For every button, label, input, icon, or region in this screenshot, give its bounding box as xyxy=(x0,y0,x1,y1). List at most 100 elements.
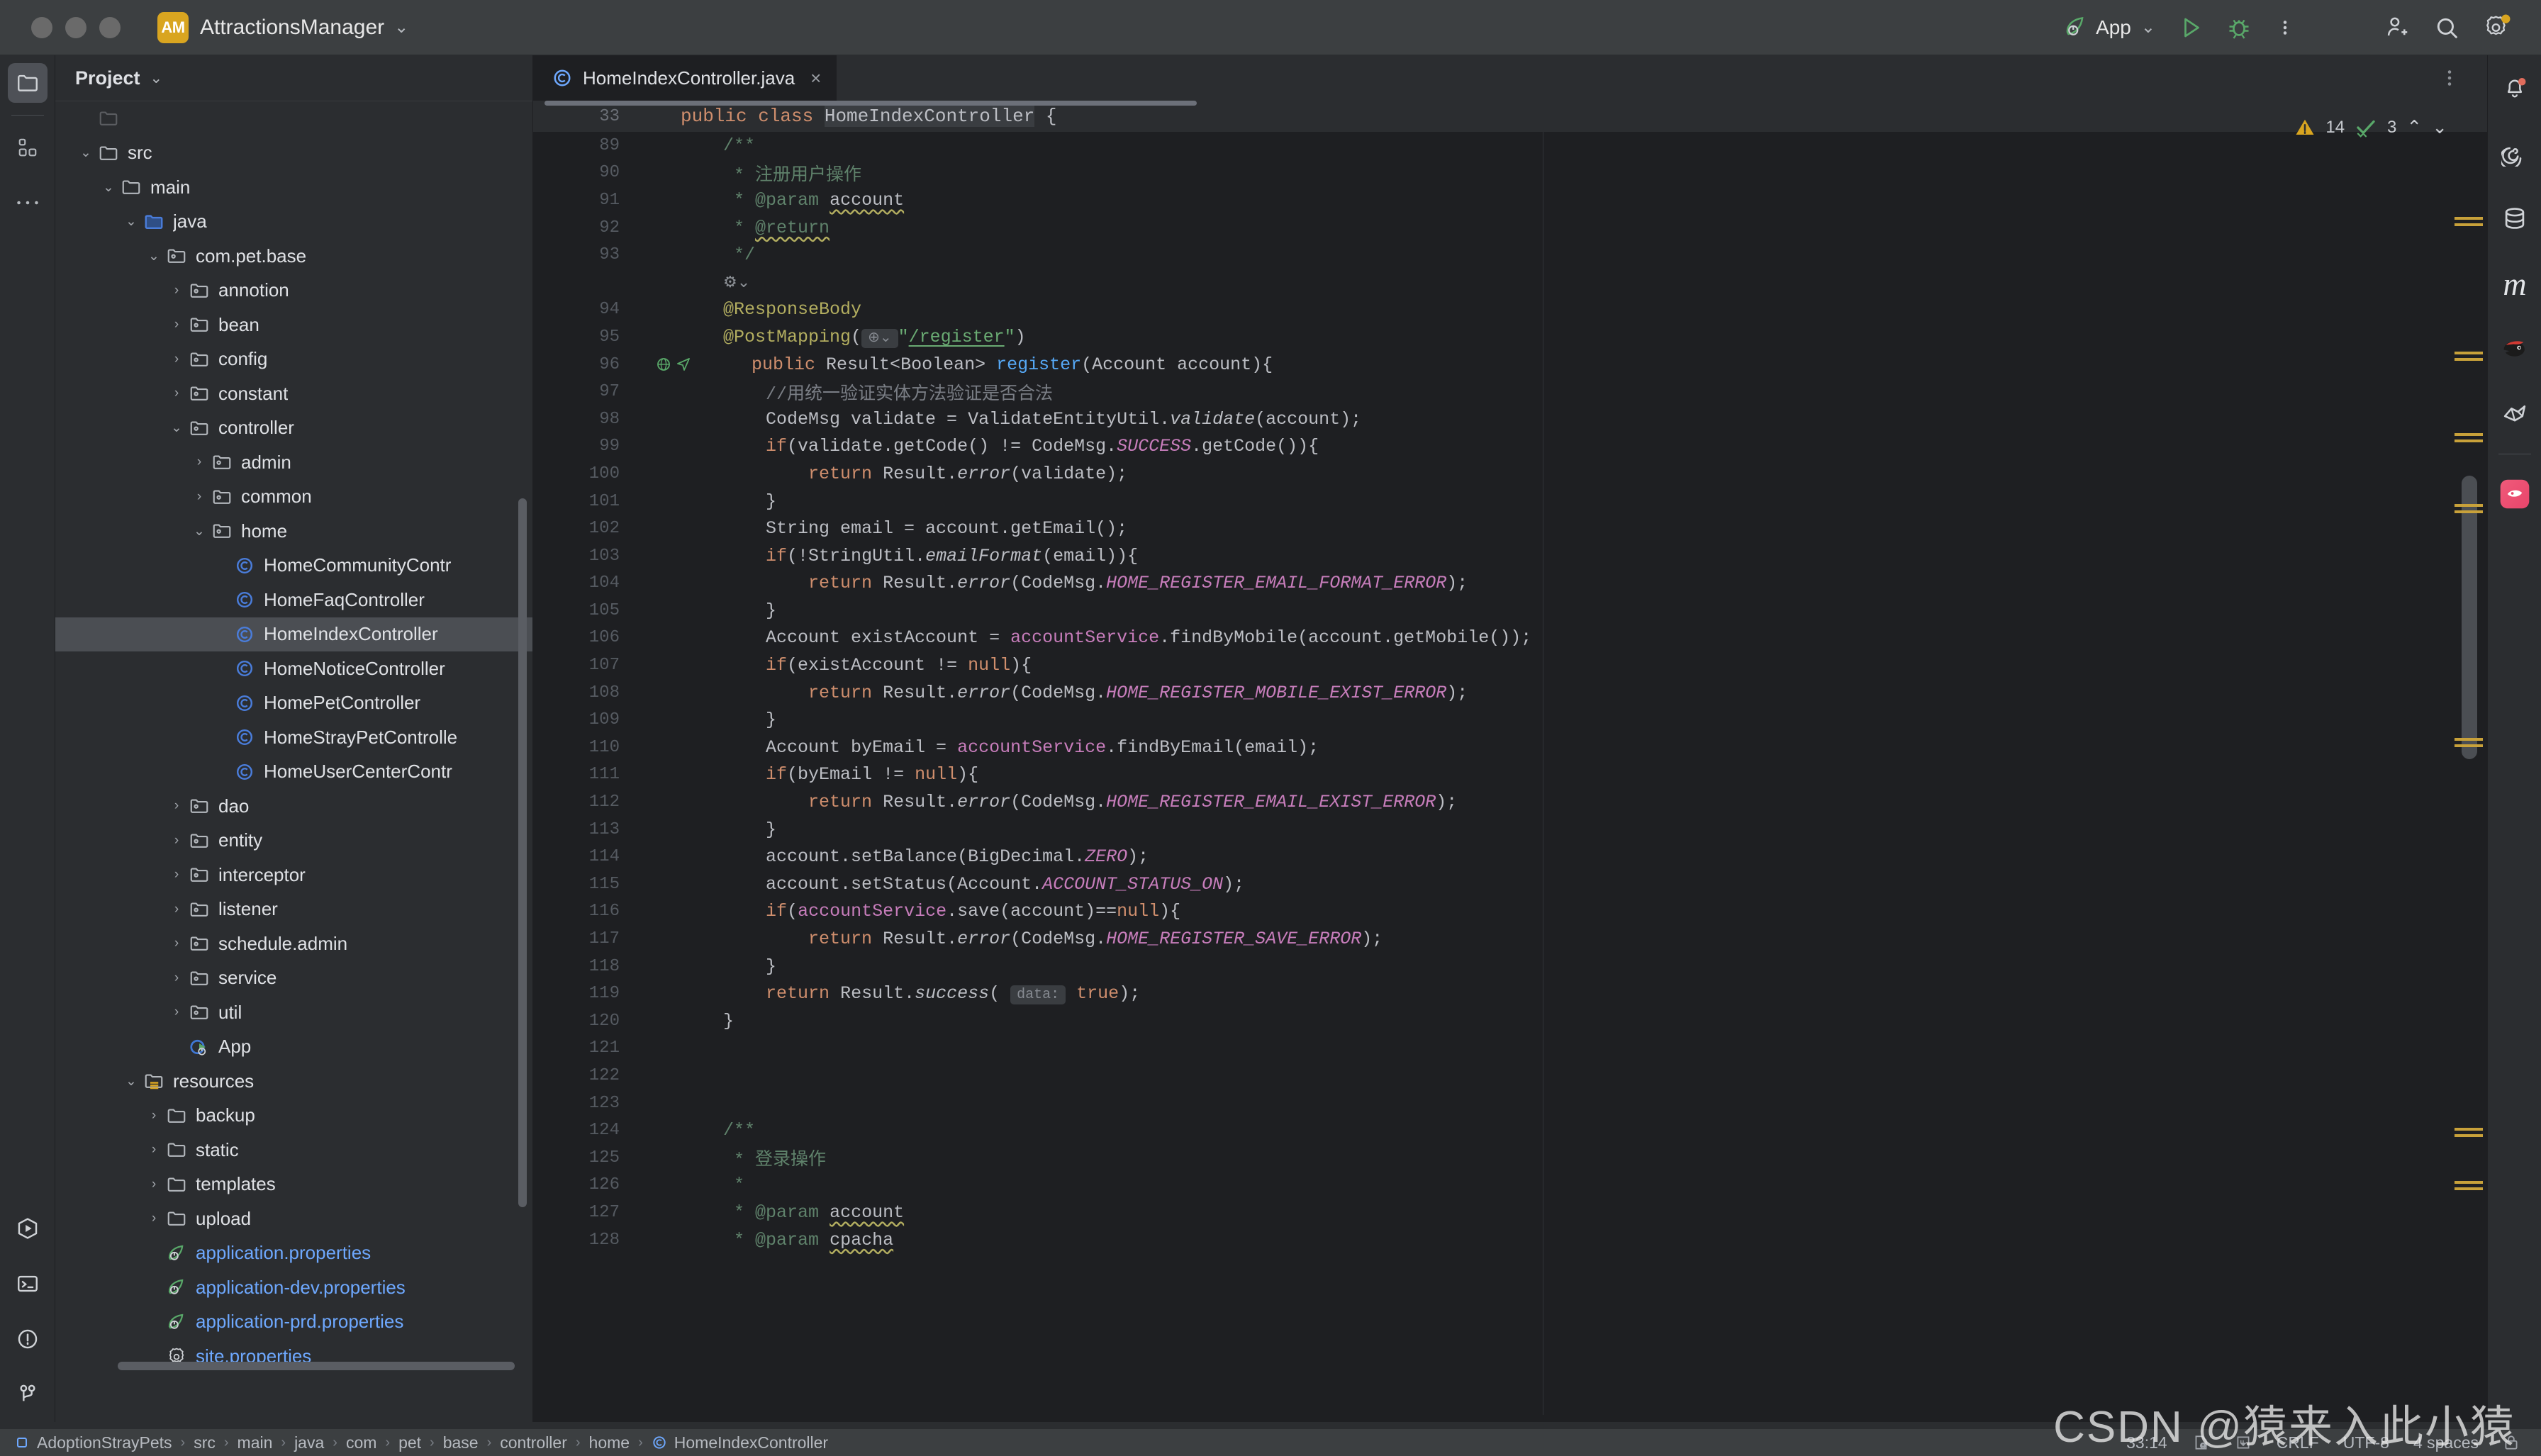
tree-node[interactable]: ⌄ controller xyxy=(55,411,532,446)
sidebar-item-structure[interactable] xyxy=(0,120,55,175)
code-editor[interactable]: 89 /** 90 * 注册用户操作 91 * @param account 92 *… xyxy=(533,132,2487,1415)
sidebar-item-gradle[interactable] xyxy=(2488,381,2541,447)
maximize-window-button[interactable] xyxy=(99,16,121,38)
chevron-down-icon[interactable]: ⌄ xyxy=(166,420,187,436)
tree-node[interactable]: ⌄ com.pet.base xyxy=(55,239,532,274)
chevron-down-icon[interactable]: ⌄ xyxy=(150,69,163,87)
save-indicator-icon[interactable] xyxy=(2234,1433,2252,1452)
code-line[interactable]: 99 if(validate.getCode() != CodeMsg.SUCC… xyxy=(533,433,2487,461)
tree-node[interactable]: HomeFaqController xyxy=(55,583,532,617)
sidebar-item-maven[interactable]: m xyxy=(2488,251,2541,316)
chevron-down-icon[interactable]: ⌄ xyxy=(143,248,164,264)
code-line[interactable]: 123 xyxy=(533,1090,2487,1117)
tree-node[interactable]: application.properties xyxy=(55,1236,532,1271)
web-endpoint-icon[interactable] xyxy=(638,356,709,373)
breadcrumb-item[interactable]: controller xyxy=(500,1433,567,1452)
breadcrumb-item[interactable]: home xyxy=(589,1433,630,1452)
code-line[interactable]: 102 String email = account.getEmail(); xyxy=(533,515,2487,542)
code-line[interactable]: 97 //用统一验证实体方法验证是否合法 xyxy=(533,378,2487,405)
tree-node[interactable]: › templates xyxy=(55,1167,532,1202)
editor-horizontal-scrollbar[interactable] xyxy=(544,101,1197,106)
breadcrumb-item[interactable]: HomeIndexController xyxy=(674,1433,828,1452)
chevron-right-icon[interactable]: › xyxy=(166,867,187,883)
settings-button[interactable] xyxy=(2472,0,2523,55)
tree-node[interactable]: › common xyxy=(55,480,532,515)
sidebar-item-services[interactable] xyxy=(0,1201,55,1256)
chevron-down-icon[interactable]: ⌄ xyxy=(394,17,408,38)
tree-node[interactable]: › service xyxy=(55,961,532,996)
marker-stripe[interactable] xyxy=(2455,358,2483,361)
chevron-right-icon[interactable]: › xyxy=(166,317,187,332)
marker-stripe[interactable] xyxy=(2455,439,2483,442)
chevron-right-icon[interactable]: › xyxy=(166,386,187,401)
chevron-right-icon[interactable]: › xyxy=(143,1108,164,1124)
tree-node[interactable] xyxy=(55,101,532,136)
tab-home-index-controller[interactable]: HomeIndexController.java × xyxy=(533,55,837,101)
prev-problem-icon[interactable]: ⌃ xyxy=(2406,116,2422,138)
tree-node[interactable]: HomeNoticeController xyxy=(55,651,532,686)
marker-stripe[interactable] xyxy=(2455,510,2483,513)
code-line[interactable]: 94 @ResponseBody xyxy=(533,296,2487,324)
sidebar-item-more[interactable] xyxy=(0,175,55,230)
code-line[interactable]: 126 * xyxy=(533,1172,2487,1199)
breadcrumb-item[interactable]: base xyxy=(443,1433,479,1452)
tree-node[interactable]: › schedule.admin xyxy=(55,926,532,961)
code-line[interactable]: 93 */ xyxy=(533,241,2487,269)
code-line[interactable]: 104 return Result.error(CodeMsg.HOME_REG… xyxy=(533,570,2487,598)
tree-node[interactable]: › upload xyxy=(55,1202,532,1236)
chevron-right-icon[interactable]: › xyxy=(166,798,187,814)
search-everywhere-button[interactable] xyxy=(2422,0,2472,55)
chevron-down-icon[interactable]: ⌄ xyxy=(98,179,119,196)
code-line[interactable]: 122 xyxy=(533,1062,2487,1090)
sidebar-item-problems[interactable] xyxy=(0,1311,55,1367)
code-line[interactable]: 92 * @return xyxy=(533,214,2487,242)
sidebar-item-project[interactable] xyxy=(0,55,55,111)
code-line[interactable]: 118 } xyxy=(533,953,2487,980)
tree-node[interactable]: ⌄ resources xyxy=(55,1064,532,1099)
chevron-right-icon[interactable]: › xyxy=(166,833,187,849)
code-line[interactable]: 98 CodeMsg validate = ValidateEntityUtil… xyxy=(533,405,2487,433)
tree-node[interactable]: ⌄ java xyxy=(55,205,532,240)
marker-stripe[interactable] xyxy=(2455,1181,2483,1184)
marker-stripe[interactable] xyxy=(2455,352,2483,354)
code-line[interactable]: 114 account.setBalance(BigDecimal.ZERO); xyxy=(533,843,2487,870)
tree-node[interactable]: › dao xyxy=(55,789,532,824)
encoding-widget[interactable]: UTF-8 xyxy=(2343,1433,2389,1452)
marker-stripe[interactable] xyxy=(2455,217,2483,220)
code-line[interactable]: 89 /** xyxy=(533,132,2487,159)
code-line[interactable]: 127 * @param account xyxy=(533,1199,2487,1226)
tree-node[interactable]: › static xyxy=(55,1133,532,1167)
code-line[interactable]: 106 Account existAccount = accountServic… xyxy=(533,625,2487,652)
code-line[interactable]: 119 return Result.success( data: true); xyxy=(533,980,2487,1007)
tree-node[interactable]: application-prd.properties xyxy=(55,1305,532,1340)
close-icon[interactable]: × xyxy=(810,67,821,89)
chevron-right-icon[interactable]: › xyxy=(166,352,187,367)
editor-marker-bar[interactable] xyxy=(2447,132,2487,1415)
code-line[interactable]: 124 /** xyxy=(533,1116,2487,1144)
inspections-widget[interactable]: 14 3 ⌃ ⌄ xyxy=(2294,116,2447,138)
sidebar-item-database[interactable] xyxy=(2488,186,2541,251)
code-line[interactable]: 121 xyxy=(533,1035,2487,1063)
tree-node[interactable]: › entity xyxy=(55,824,532,858)
more-actions-button[interactable] xyxy=(2263,0,2307,55)
sidebar-item-notifications[interactable] xyxy=(2488,55,2541,121)
project-tree[interactable]: ⌄ src ⌄ main ⌄ java ⌄ com.pet.base › annotion › bea… xyxy=(55,101,532,1377)
marker-stripe[interactable] xyxy=(2455,223,2483,226)
add-user-button[interactable] xyxy=(2372,0,2422,55)
code-line[interactable]: 111 if(byEmail != null){ xyxy=(533,761,2487,789)
tree-node[interactable]: HomePetController xyxy=(55,686,532,721)
marker-stripe[interactable] xyxy=(2455,1134,2483,1137)
tree-node[interactable]: › bean xyxy=(55,308,532,342)
sidebar-item-ai-assistant[interactable] xyxy=(2488,121,2541,186)
code-line[interactable]: 112 return Result.error(CodeMsg.HOME_REG… xyxy=(533,788,2487,816)
code-line[interactable]: 117 return Result.error(CodeMsg.HOME_REG… xyxy=(533,925,2487,953)
code-line[interactable]: 107 if(existAccount != null){ xyxy=(533,651,2487,679)
marker-stripe[interactable] xyxy=(2455,1187,2483,1190)
marker-stripe[interactable] xyxy=(2455,433,2483,436)
code-line[interactable]: 110 Account byEmail = accountService.fin… xyxy=(533,734,2487,761)
sidebar-item-terminal[interactable] xyxy=(0,1256,55,1311)
code-line[interactable]: 101 } xyxy=(533,488,2487,515)
chevron-right-icon[interactable]: › xyxy=(166,283,187,298)
code-line[interactable]: 95 @PostMapping(⊕⌄ "/register") xyxy=(533,323,2487,351)
chevron-down-icon[interactable]: ⌄ xyxy=(75,145,96,161)
